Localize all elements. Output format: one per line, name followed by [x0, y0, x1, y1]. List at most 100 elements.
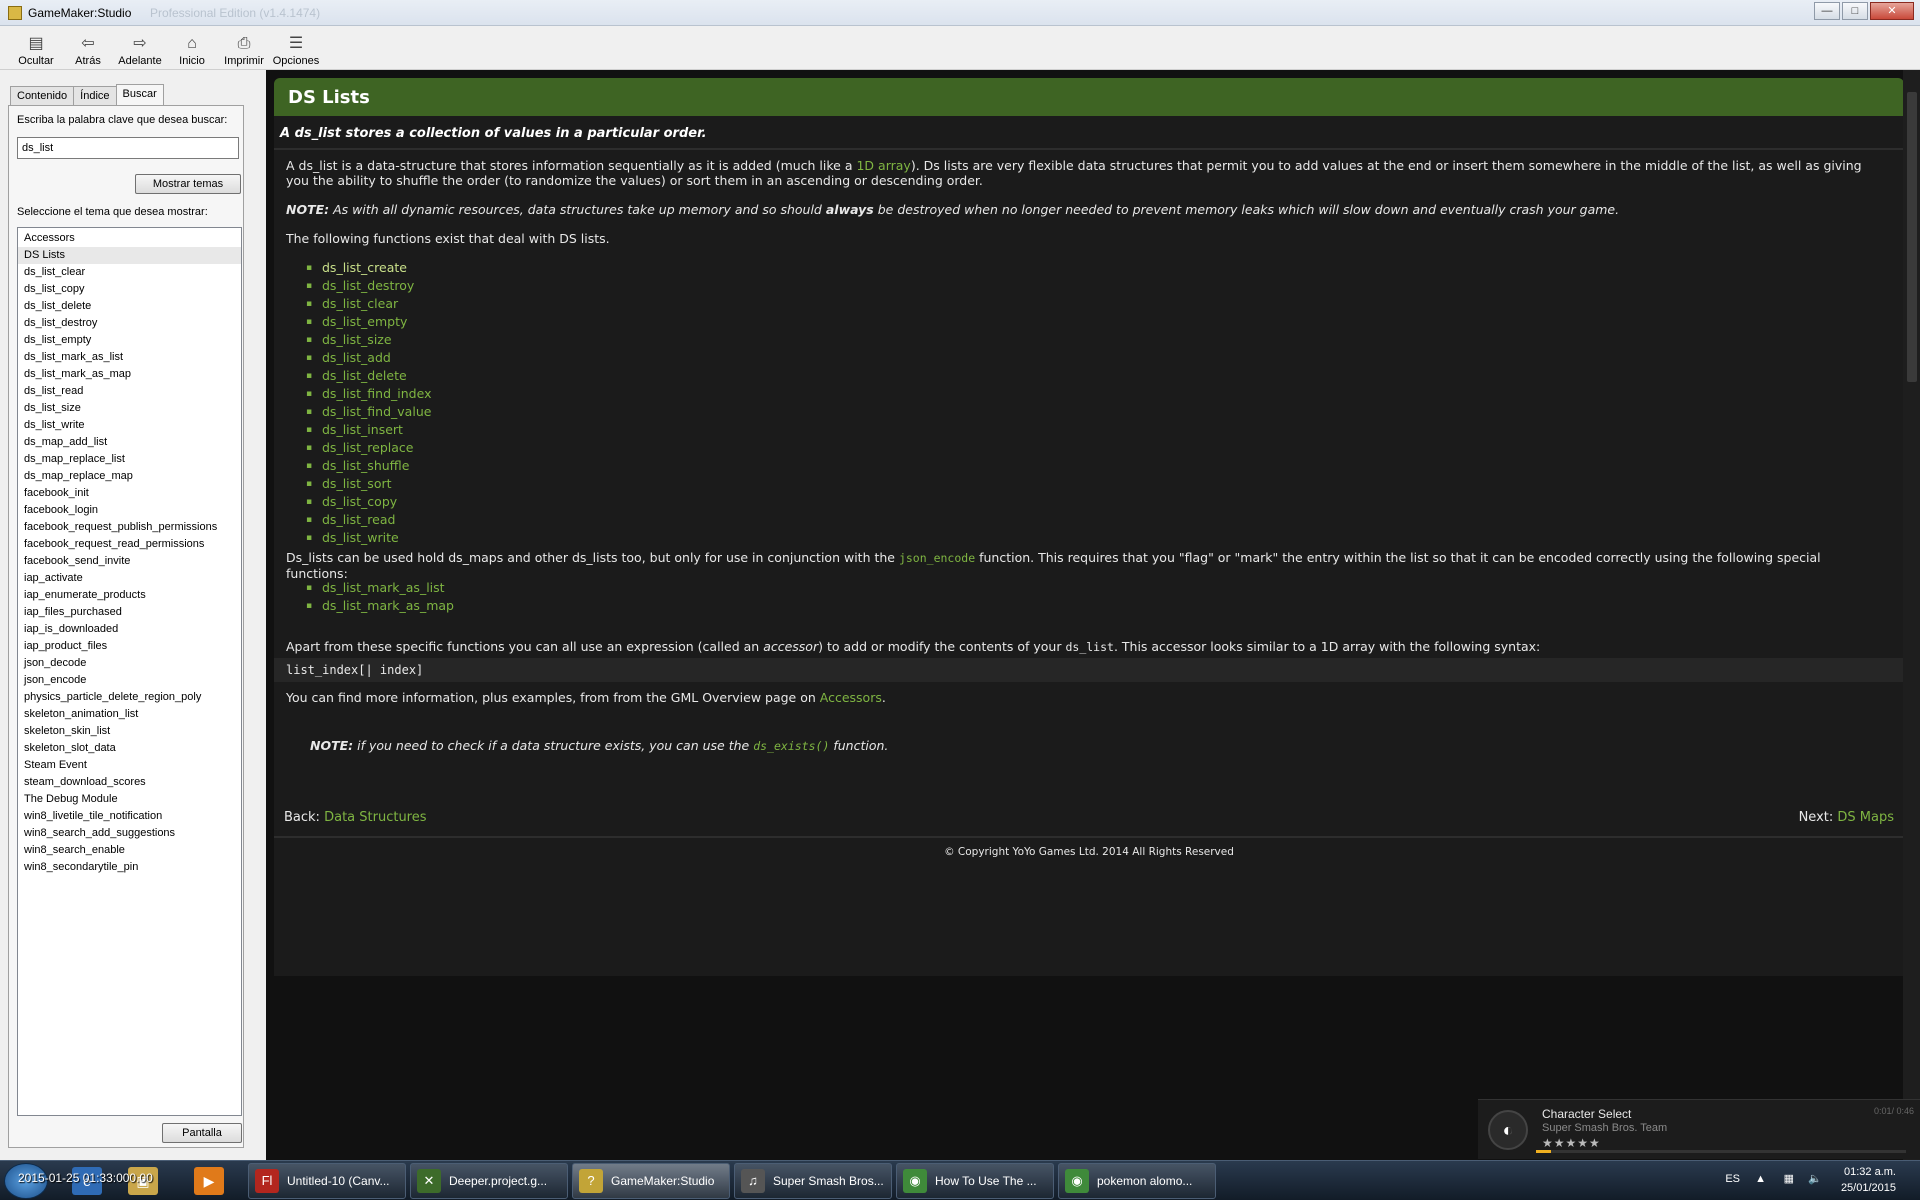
function-link[interactable]: ds_list_shuffle — [304, 457, 432, 475]
tray-expand-icon[interactable]: ▲ — [1755, 1173, 1766, 1185]
topic-list-item[interactable]: iap_files_purchased — [18, 604, 241, 621]
function-link[interactable]: ds_list_write — [304, 529, 432, 547]
function-link[interactable]: ds_list_replace — [304, 439, 432, 457]
options-button[interactable]: ☰ Opciones — [270, 26, 322, 70]
back-nav-link[interactable]: Data Structures — [324, 810, 426, 825]
topic-list-item[interactable]: facebook_login — [18, 502, 241, 519]
topic-list-item[interactable]: facebook_send_invite — [18, 553, 241, 570]
next-nav-link[interactable]: DS Maps — [1837, 810, 1894, 825]
now-playing-toast[interactable]: ◐ Character Select Super Smash Bros. Tea… — [1478, 1099, 1920, 1159]
show-topics-button[interactable]: Mostrar temas — [135, 174, 241, 194]
tab-search[interactable]: Buscar — [115, 84, 164, 106]
function-link[interactable]: ds_list_destroy — [304, 277, 432, 295]
app-help-icon — [8, 6, 22, 20]
topic-list-item[interactable]: iap_is_downloaded — [18, 621, 241, 638]
topic-list-item[interactable]: json_encode — [18, 672, 241, 689]
topic-list-item[interactable]: ds_list_destroy — [18, 315, 241, 332]
topic-list-item[interactable]: skeleton_slot_data — [18, 740, 241, 757]
function-link[interactable]: ds_list_find_value — [304, 403, 432, 421]
topic-list-item[interactable]: Accessors — [18, 230, 241, 247]
topic-list-item[interactable]: facebook_request_read_permissions — [18, 536, 241, 553]
ds-exists-link[interactable]: ds_exists() — [753, 739, 829, 753]
topic-list-item[interactable]: ds_list_write — [18, 417, 241, 434]
taskbar-task-button[interactable]: ◉ How To Use The ... — [896, 1163, 1054, 1199]
volume-icon[interactable]: 🔈 — [1808, 1172, 1822, 1185]
topic-list-item[interactable]: steam_download_scores — [18, 774, 241, 791]
topic-list-item[interactable]: ds_map_add_list — [18, 434, 241, 451]
tab-index[interactable]: Índice — [73, 86, 117, 106]
topic-list-item[interactable]: win8_search_enable — [18, 842, 241, 859]
keyword-input[interactable] — [17, 137, 239, 159]
topic-list-item[interactable]: win8_search_add_suggestions — [18, 825, 241, 842]
back-button[interactable]: ⇦ Atrás — [62, 26, 114, 70]
taskbar-task-button[interactable]: ◉ pokemon alomo... — [1058, 1163, 1216, 1199]
topic-list-item[interactable]: ds_map_replace_list — [18, 451, 241, 468]
topic-list-item[interactable]: iap_product_files — [18, 638, 241, 655]
topic-list-item[interactable]: skeleton_animation_list — [18, 706, 241, 723]
topic-list-item[interactable]: win8_livetile_tile_notification — [18, 808, 241, 825]
taskbar-task-button[interactable]: ✕ Deeper.project.g... — [410, 1163, 568, 1199]
function-link[interactable]: ds_list_add — [304, 349, 432, 367]
topic-list-item[interactable]: Steam Event — [18, 757, 241, 774]
topic-list[interactable]: Accessors DS Lists ds_list_clear ds_list_co… — [17, 227, 242, 1116]
content-scrollbar[interactable] — [1903, 70, 1920, 1160]
topic-list-item[interactable]: iap_activate — [18, 570, 241, 587]
topic-list-item[interactable]: ds_map_replace_map — [18, 468, 241, 485]
topic-list-item[interactable]: skeleton_skin_list — [18, 723, 241, 740]
topic-list-item[interactable]: ds_list_read — [18, 383, 241, 400]
function-link[interactable]: ds_list_sort — [304, 475, 432, 493]
hide-button[interactable]: ▤ Ocultar — [10, 26, 62, 70]
function-link[interactable]: ds_list_find_index — [304, 385, 432, 403]
track-progress-bar — [1536, 1150, 1906, 1153]
home-button[interactable]: ⌂ Inicio — [166, 26, 218, 70]
topic-list-item[interactable]: ds_list_empty — [18, 332, 241, 349]
topic-list-item[interactable]: DS Lists — [18, 247, 241, 264]
topic-list-item[interactable]: physics_particle_delete_region_poly — [18, 689, 241, 706]
array-link[interactable]: 1D array — [856, 158, 910, 173]
tab-contents[interactable]: Contenido — [10, 86, 75, 106]
json-paragraph: Ds_lists can be used hold ds_maps and ot… — [286, 550, 1886, 581]
topic-list-item[interactable]: ds_list_delete — [18, 298, 241, 315]
topic-list-item[interactable]: The Debug Module — [18, 791, 241, 808]
taskbar-task-button[interactable]: ♫ Super Smash Bros... — [734, 1163, 892, 1199]
topic-list-item[interactable]: ds_list_copy — [18, 281, 241, 298]
topic-list-item[interactable]: win8_secondarytile_pin — [18, 859, 241, 876]
display-button[interactable]: Pantalla — [162, 1123, 242, 1143]
taskbar-task-button[interactable]: ? GameMaker:Studio — [572, 1163, 730, 1199]
language-indicator[interactable]: ES — [1725, 1173, 1740, 1185]
topic-list-item[interactable]: facebook_init — [18, 485, 241, 502]
topic-list-item[interactable]: ds_list_clear — [18, 264, 241, 281]
function-list: ds_list_createds_list_destroyds_list_cle… — [304, 259, 432, 547]
mark-function-link[interactable]: ds_list_mark_as_map — [304, 597, 454, 615]
pane-splitter[interactable] — [258, 70, 266, 1160]
topic-list-item[interactable]: ds_list_size — [18, 400, 241, 417]
function-link[interactable]: ds_list_copy — [304, 493, 432, 511]
topic-list-item[interactable]: iap_enumerate_products — [18, 587, 241, 604]
function-link[interactable]: ds_list_create — [304, 259, 432, 277]
accessors-link[interactable]: Accessors — [820, 690, 882, 705]
topic-list-item[interactable]: facebook_request_publish_permissions — [18, 519, 241, 536]
taskbar-task-button[interactable]: Fl Untitled-10 (Canv... — [248, 1163, 406, 1199]
scrollbar-thumb[interactable] — [1907, 92, 1917, 382]
clock-time[interactable]: 01:32 a.m. — [1844, 1166, 1896, 1178]
clock-date[interactable]: 25/01/2015 — [1841, 1182, 1896, 1194]
minimize-button[interactable]: — — [1814, 2, 1840, 20]
print-button[interactable]: ⎙ Imprimir — [218, 26, 270, 70]
topic-list-item[interactable]: json_decode — [18, 655, 241, 672]
maximize-button[interactable]: □ — [1842, 2, 1868, 20]
close-button[interactable]: ✕ — [1870, 2, 1914, 20]
function-link[interactable]: ds_list_size — [304, 331, 432, 349]
function-link[interactable]: ds_list_delete — [304, 367, 432, 385]
topic-list-item[interactable]: ds_list_mark_as_list — [18, 349, 241, 366]
topic-list-item[interactable]: ds_list_mark_as_map — [18, 366, 241, 383]
network-icon[interactable]: ▦ — [1784, 1172, 1794, 1185]
function-link[interactable]: ds_list_insert — [304, 421, 432, 439]
function-link[interactable]: ds_list_read — [304, 511, 432, 529]
json-encode-link[interactable]: json_encode — [899, 551, 975, 565]
forward-button[interactable]: ⇨ Adelante — [114, 26, 166, 70]
function-link[interactable]: ds_list_empty — [304, 313, 432, 331]
media-player-icon[interactable]: ▶ — [194, 1167, 224, 1195]
function-link[interactable]: ds_list_clear — [304, 295, 432, 313]
page-summary: A ds_list stores a collection of values … — [280, 126, 707, 141]
mark-function-link[interactable]: ds_list_mark_as_list — [304, 579, 454, 597]
